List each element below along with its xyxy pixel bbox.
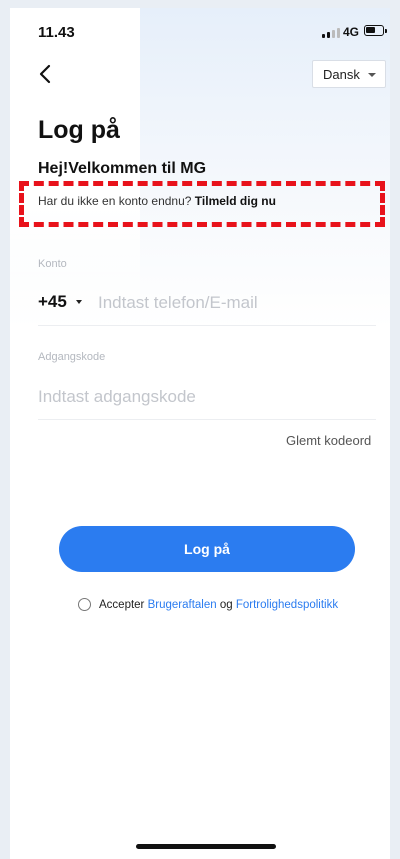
signal-icon [322, 28, 340, 38]
terms-and: og [219, 598, 233, 611]
highlight-annotation [19, 181, 385, 227]
status-bar: 11.43 4G [10, 8, 390, 56]
privacy-policy-link[interactable]: Fortrolighedspolitikk [236, 599, 338, 611]
password-field-row [38, 380, 376, 420]
terms-checkbox[interactable] [78, 598, 91, 611]
language-label: Dansk [323, 66, 360, 82]
status-time: 11.43 [38, 24, 75, 41]
terms-row: Accepter Brugeraftalen og Fortrolighedsp… [78, 598, 338, 611]
phone-email-input[interactable] [98, 288, 368, 318]
network-type: 4G [343, 25, 360, 39]
chevron-down-icon[interactable] [76, 300, 82, 304]
chevron-down-icon [368, 73, 376, 77]
language-select[interactable]: Dansk [312, 60, 386, 88]
home-indicator [136, 844, 276, 849]
user-agreement-link[interactable]: Brugeraftalen [148, 599, 217, 611]
welcome-text: Hej!Velkommen til MG [38, 160, 207, 177]
account-field-row: +45 [38, 286, 376, 326]
account-label: Konto [38, 258, 67, 270]
country-code-select[interactable]: +45 [38, 292, 67, 312]
back-arrow-icon[interactable] [36, 62, 56, 86]
password-label: Adgangskode [38, 351, 106, 363]
page-title: Log på [38, 116, 120, 144]
login-button[interactable]: Log på [59, 526, 355, 572]
battery-icon [364, 25, 387, 36]
terms-prefix: Accepter [99, 598, 145, 611]
forgot-password-link[interactable]: Glemt kodeord [286, 433, 371, 448]
password-input[interactable] [38, 382, 368, 412]
login-screen: 11.43 4G Dansk Log på Hej!Velkommen til … [10, 8, 390, 859]
